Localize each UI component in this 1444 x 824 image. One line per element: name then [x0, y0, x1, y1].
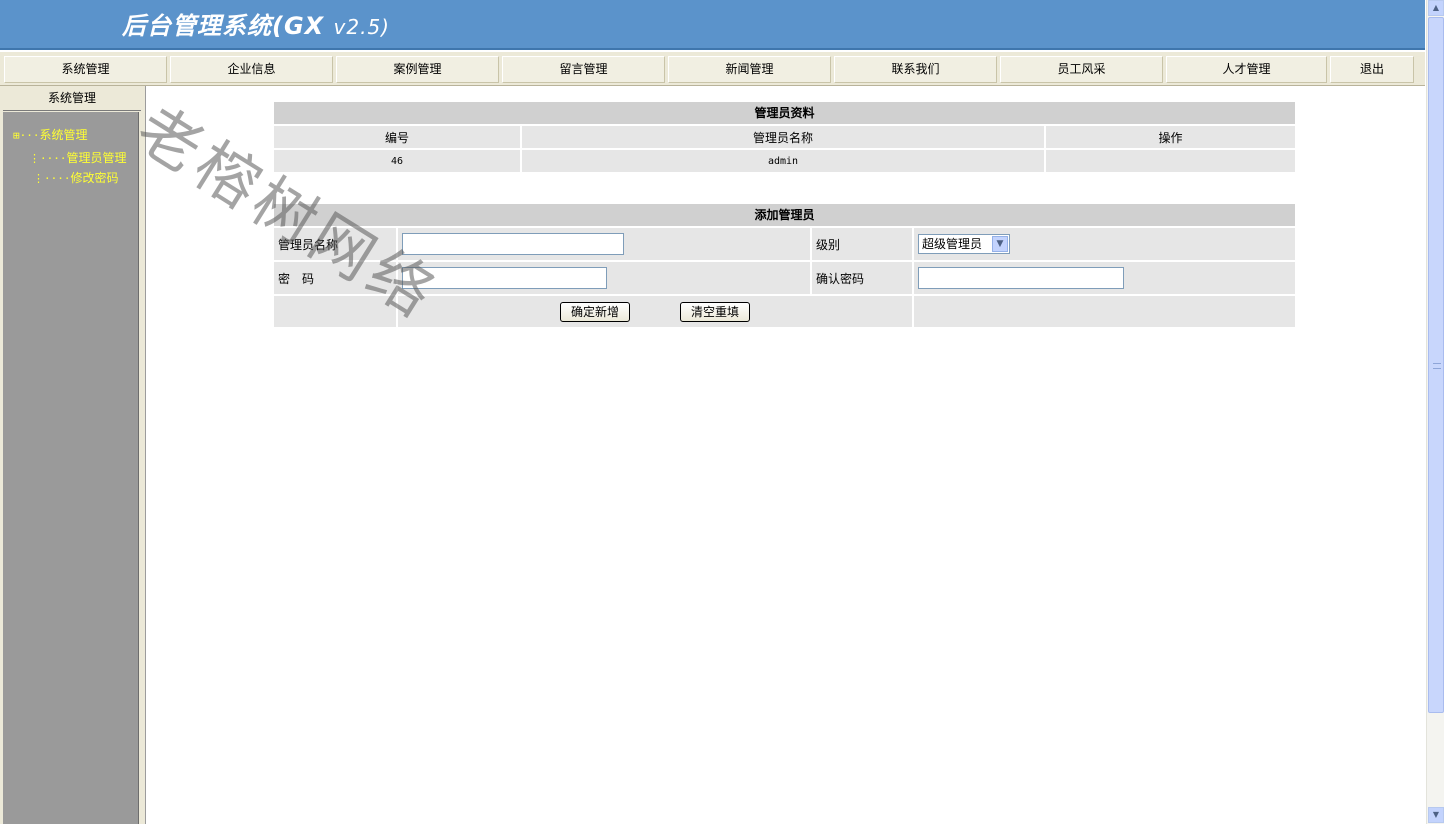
nav-logout[interactable]: 退出 [1330, 56, 1414, 83]
name-label: 管理员名称 [274, 226, 398, 260]
nav-contact[interactable]: 联系我们 [834, 56, 997, 83]
level-select[interactable]: 超级管理员 ▼ [918, 234, 1010, 254]
sidebar: 系统管理 ⊞···系统管理 ⋮····管理员管理 ⋮····修改密码 [0, 86, 146, 824]
top-nav: 系统管理 企业信息 案例管理 留言管理 新闻管理 联系我们 员工风采 人才管理 … [0, 52, 1425, 86]
form-row-password: 密 码 确认密码 [274, 260, 1295, 294]
tree-branch-icon: ⋮···· [33, 172, 71, 185]
nav-staff[interactable]: 员工风采 [1000, 56, 1163, 83]
admin-name-input[interactable] [402, 233, 624, 255]
nav-news[interactable]: 新闻管理 [668, 56, 831, 83]
form-row-buttons: 确定新增 清空重填 [274, 294, 1295, 327]
button-row-spacer-right [914, 294, 1295, 327]
form-row-name-level: 管理员名称 级别 超级管理员 ▼ [274, 226, 1295, 260]
tree-item-admin-manage[interactable]: ⋮····管理员管理 [29, 149, 127, 166]
nav-cases[interactable]: 案例管理 [336, 56, 499, 83]
admin-table-title: 管理员资料 [274, 102, 1295, 124]
tree-item-change-password[interactable]: ⋮····修改密码 [33, 169, 119, 186]
row-action [1046, 148, 1295, 172]
level-cell: 超级管理员 ▼ [914, 226, 1295, 260]
table-row: 46 admin [274, 148, 1295, 172]
tree-item-label: 修改密码 [70, 171, 119, 185]
col-name: 管理员名称 [522, 124, 1046, 148]
reset-button[interactable]: 清空重填 [680, 301, 751, 322]
add-form-title: 添加管理员 [274, 204, 1295, 226]
confirm-cell [914, 260, 1295, 294]
app-title: 后台管理系统(GX v2.5) [122, 6, 390, 41]
scroll-down-icon[interactable]: ▼ [1428, 807, 1444, 823]
app-window: 后台管理系统(GX v2.5) 系统管理 企业信息 案例管理 留言管理 新闻管理… [0, 0, 1444, 824]
sidebar-tree-panel: ⊞···系统管理 ⋮····管理员管理 ⋮····修改密码 [3, 112, 139, 824]
button-row-spacer [274, 294, 398, 327]
name-cell [398, 226, 812, 260]
admin-table: 管理员资料 编号 管理员名称 操作 46 admin [274, 102, 1295, 172]
scroll-up-icon[interactable]: ▲ [1428, 0, 1444, 16]
chevron-down-icon: ▼ [992, 236, 1008, 252]
expand-icon: ⊞··· [13, 129, 40, 142]
tree-root-system[interactable]: ⊞···系统管理 [13, 126, 88, 143]
level-label: 级别 [812, 226, 914, 260]
tree-item-label: 管理员管理 [66, 151, 127, 165]
col-action: 操作 [1046, 124, 1295, 148]
button-cell: 确定新增 清空重填 [398, 294, 914, 327]
confirm-password-input[interactable] [918, 267, 1124, 289]
nav-messages[interactable]: 留言管理 [502, 56, 665, 83]
password-cell [398, 260, 812, 294]
admin-table-header: 编号 管理员名称 操作 [274, 124, 1295, 148]
password-input[interactable] [402, 267, 607, 289]
row-name: admin [522, 148, 1046, 172]
tree-branch-icon: ⋮···· [29, 152, 67, 165]
tree-root-label: 系统管理 [39, 128, 88, 142]
submit-button[interactable]: 确定新增 [559, 301, 630, 322]
sidebar-heading: 系统管理 [3, 87, 141, 111]
row-id: 46 [274, 148, 522, 172]
app-title-text: 后台管理系统(GX [122, 12, 325, 40]
header-bar: 后台管理系统(GX v2.5) [0, 0, 1425, 50]
col-id: 编号 [274, 124, 522, 148]
level-selected-value: 超级管理员 [922, 237, 983, 251]
password-label: 密 码 [274, 260, 398, 294]
grip-icon [1433, 363, 1441, 369]
nav-talent[interactable]: 人才管理 [1166, 56, 1327, 83]
confirm-label: 确认密码 [812, 260, 914, 294]
nav-company[interactable]: 企业信息 [170, 56, 333, 83]
nav-system[interactable]: 系统管理 [4, 56, 167, 83]
scroll-thumb[interactable] [1428, 17, 1444, 713]
app-version: v2.5) [333, 15, 390, 39]
add-admin-form: 添加管理员 管理员名称 级别 超级管理员 ▼ 密 码 确认密码 确定新增 清空重… [274, 204, 1295, 327]
vertical-scrollbar[interactable]: ▲ ▼ [1426, 0, 1444, 824]
